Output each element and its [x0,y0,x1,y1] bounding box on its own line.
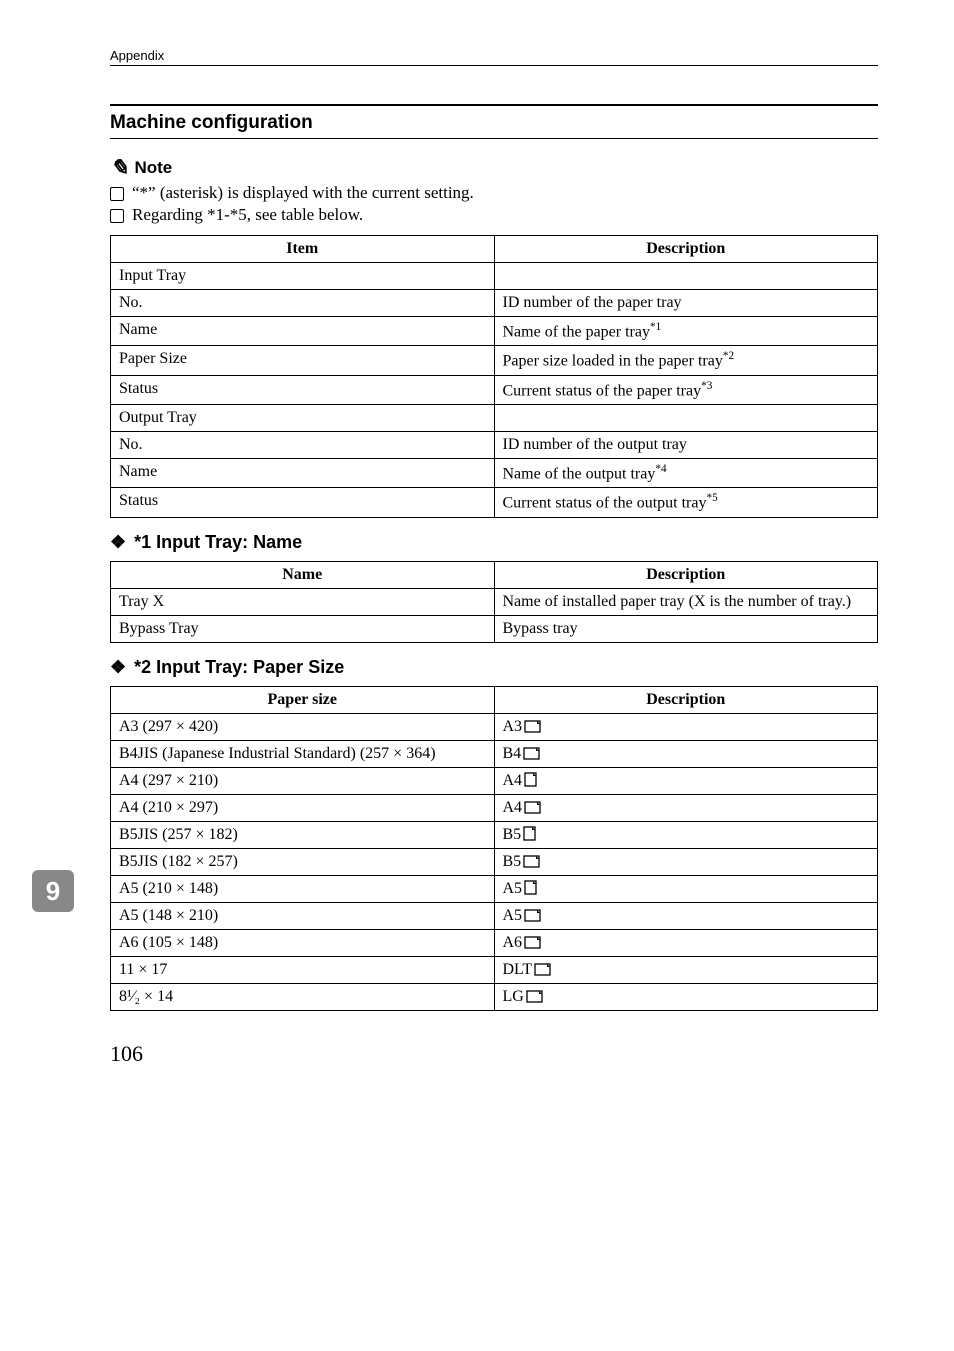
th-name: Name [111,561,495,588]
table-row: Tray X Name of installed paper tray (X i… [111,588,878,615]
cell-code: A6 [494,929,878,956]
th-item: Item [111,236,495,263]
cell-desc: ID number of the output tray [494,431,878,458]
table-row: B4JIS (Japanese Industrial Standard) (25… [111,740,878,767]
cell-code: B4 [494,740,878,767]
table-row: A3 (297 × 420)A3 [111,713,878,740]
cell-item: Paper Size [111,346,495,375]
table-row: NameName of the paper tray*1 [111,317,878,346]
cell-code: A4 [494,794,878,821]
cell-code: DLT [494,956,878,983]
table-row: No.ID number of the output tray [111,431,878,458]
table-row: StatusCurrent status of the output tray*… [111,488,878,517]
cell-size: A4 (297 × 210) [111,767,495,794]
table-row: 8¹⁄₂ × 14LG [111,983,878,1010]
table-row: NameName of the output tray*4 [111,458,878,487]
subhead-input-name: ❖ *1 Input Tray: Name [110,532,878,553]
cell-size: 8¹⁄₂ × 14 [111,983,495,1010]
paper-size-table: Paper size Description A3 (297 × 420)A3B… [110,686,878,1011]
cell-desc: Name of installed paper tray (X is the n… [494,588,878,615]
cell-group-title: Output Tray [111,404,495,431]
section-title: Machine configuration [110,104,878,139]
cell-item: No. [111,431,495,458]
cell-desc: ID number of the paper tray [494,290,878,317]
cell-name: Bypass Tray [111,615,495,642]
cell-size: 11 × 17 [111,956,495,983]
cell-desc: Current status of the paper tray*3 [494,375,878,404]
input-name-table: Name Description Tray X Name of installe… [110,561,878,643]
cell-size: B5JIS (182 × 257) [111,848,495,875]
cell-item: Status [111,375,495,404]
th-size: Paper size [111,686,495,713]
table-row: A5 (148 × 210)A5 [111,902,878,929]
table-row: 11 × 17DLT [111,956,878,983]
cell-size: B5JIS (257 × 182) [111,821,495,848]
cell-item: Name [111,458,495,487]
table-row: Input Tray [111,263,878,290]
diamond-icon: ❖ [110,533,126,551]
cell-code: A5 [494,902,878,929]
cell-size: B4JIS (Japanese Industrial Standard) (25… [111,740,495,767]
subhead-text: *2 Input Tray: Paper Size [134,657,344,678]
subhead-paper-size: ❖ *2 Input Tray: Paper Size [110,657,878,678]
note-item-text: “*” (asterisk) is displayed with the cur… [132,183,474,203]
cell-code: B5 [494,821,878,848]
th-desc: Description [494,561,878,588]
cell-name: Tray X [111,588,495,615]
diamond-icon: ❖ [110,658,126,676]
cell-item: Status [111,488,495,517]
table-row: B5JIS (182 × 257)B5 [111,848,878,875]
table-row: Paper SizePaper size loaded in the paper… [111,346,878,375]
table-row: Output Tray [111,404,878,431]
appendix-header: Appendix [110,48,878,66]
main-table: Item Description Input TrayNo.ID number … [110,235,878,518]
cell-group-title: Input Tray [111,263,495,290]
note-item-text: Regarding *1-*5, see table below. [132,205,363,225]
pencil-icon: ✎ [110,157,128,179]
cell-desc: Name of the paper tray*1 [494,317,878,346]
cell-desc: Name of the output tray*4 [494,458,878,487]
cell-code: A3 [494,713,878,740]
table-row: B5JIS (257 × 182)B5 [111,821,878,848]
cell-desc: Paper size loaded in the paper tray*2 [494,346,878,375]
cell-desc: Current status of the output tray*5 [494,488,878,517]
table-row: No.ID number of the paper tray [111,290,878,317]
checkbox-bullet-icon [110,187,124,201]
cell-code: B5 [494,848,878,875]
table-row: A4 (210 × 297)A4 [111,794,878,821]
cell-code: A4 [494,767,878,794]
note-heading-text: Note [134,158,172,178]
chapter-tab: 9 [32,870,74,912]
note-item: Regarding *1-*5, see table below. [110,205,878,225]
cell-item: No. [111,290,495,317]
table-row: A5 (210 × 148)A5 [111,875,878,902]
cell-size: A6 (105 × 148) [111,929,495,956]
th-desc: Description [494,686,878,713]
cell-code: A5 [494,875,878,902]
note-heading: ✎ Note [110,157,878,179]
note-item: “*” (asterisk) is displayed with the cur… [110,183,878,203]
cell-size: A4 (210 × 297) [111,794,495,821]
cell-size: A5 (148 × 210) [111,902,495,929]
cell-code: LG [494,983,878,1010]
table-row: StatusCurrent status of the paper tray*3 [111,375,878,404]
table-row: Bypass Tray Bypass tray [111,615,878,642]
table-row: A4 (297 × 210)A4 [111,767,878,794]
checkbox-bullet-icon [110,209,124,223]
page-number: 106 [110,1041,878,1067]
table-row: A6 (105 × 148)A6 [111,929,878,956]
subhead-text: *1 Input Tray: Name [134,532,302,553]
cell-empty [494,263,878,290]
cell-size: A5 (210 × 148) [111,875,495,902]
cell-desc: Bypass tray [494,615,878,642]
cell-item: Name [111,317,495,346]
th-desc: Description [494,236,878,263]
cell-size: A3 (297 × 420) [111,713,495,740]
cell-empty [494,404,878,431]
